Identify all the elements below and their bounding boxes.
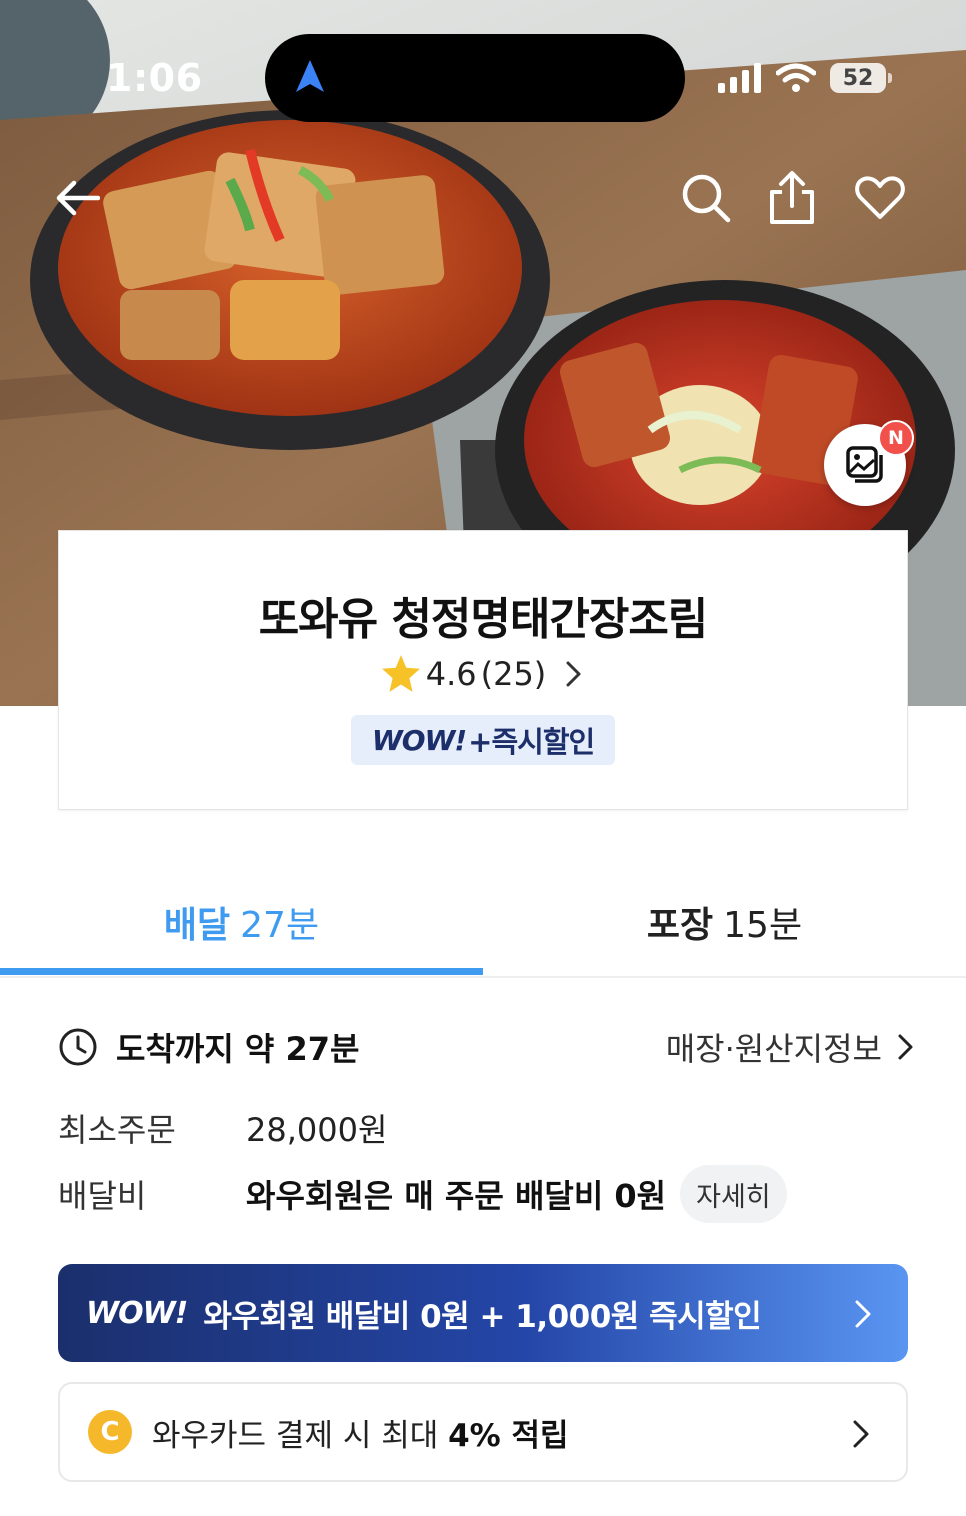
store-info-label: 매장·원산지정보 [665,1030,882,1068]
tab-delivery-label: 배달 [163,905,231,946]
rating-value: 4.6 [425,655,477,693]
eta-text: 도착까지 약 27분 [116,1030,360,1068]
location-arrow-icon [296,60,324,92]
review-count: (25) [480,655,547,693]
min-order-label: 최소주문 [58,1111,176,1149]
store-name: 또와유 청정명태간장조림 [258,594,709,645]
wow-membership-banner[interactable]: WOW! 와우회원 배달비 0원 + 1,000원 즉시할인 [58,1264,908,1362]
image-gallery-icon [846,446,883,483]
heart-icon [855,176,905,219]
search-icon [682,174,731,223]
search-button[interactable] [678,170,734,226]
star-icon [381,655,420,692]
signal-icon [718,63,761,93]
new-badge: N [878,420,914,456]
min-order-row: 최소주문 28,000원 [58,1098,387,1158]
wow-discount-badge: WOW! +즉시할인 [351,715,615,765]
coin-icon: C [88,1410,132,1454]
share-icon [770,171,814,224]
chevron-right-icon [898,1034,913,1060]
wow-card-reward-banner[interactable]: C 와우카드 결제 시 최대 4% 적립 [58,1382,908,1482]
store-page: 1:06 52 N 또와유 청정명태간장조림 4.6 (25) WOW! +즉시… [0,0,966,1516]
tab-delivery-time: 27분 [240,905,320,946]
dynamic-island [265,34,685,122]
tab-pickup-time: 15분 [723,905,803,946]
wow-logo: WOW! [86,1295,188,1331]
tab-pickup-label: 포장 [646,905,714,946]
favorite-button[interactable] [852,170,908,226]
tab-pickup[interactable]: 포장 15분 [483,870,966,974]
delivery-fee-value: 와우회원은 매 주문 배달비 0원 [246,1177,667,1215]
back-button[interactable] [50,170,106,226]
share-button[interactable] [764,170,820,226]
battery-indicator: 52 [830,63,892,93]
status-icons: 52 [718,60,892,96]
chevron-right-icon [566,661,581,687]
clock-icon [59,1028,97,1066]
wifi-icon [776,63,816,92]
store-header-card: 또와유 청정명태간장조림 4.6 (25) WOW! +즉시할인 [58,530,908,810]
rating-link[interactable]: 4.6 (25) [59,653,907,695]
delivery-fee-label: 배달비 [58,1177,147,1215]
wow-banner-text: 와우회원 배달비 0원 + 1,000원 즉시할인 [203,1298,762,1335]
chevron-right-icon [853,1420,869,1448]
tab-divider [0,976,966,978]
card-reward-rate: 4% 적립 [448,1417,569,1454]
chevron-right-icon [855,1300,871,1328]
status-time: 1:06 [106,56,203,100]
min-order-value: 28,000원 [246,1111,388,1149]
wow-badge-text: +즉시할인 [468,725,595,759]
delivery-fee-detail-button[interactable]: 자세히 [680,1165,787,1223]
card-reward-text: 와우카드 결제 시 최대 4% 적립 [152,1410,569,1455]
delivery-fee-row: 배달비 와우회원은 매 주문 배달비 0원 자세히 [58,1164,787,1224]
tab-delivery[interactable]: 배달 27분 [0,870,483,974]
wow-logo: WOW! [371,723,467,757]
active-tab-indicator [0,968,483,975]
store-origin-info-link[interactable]: 매장·원산지정보 [666,1024,916,1070]
order-type-tabs: 배달 27분 포장 15분 [0,870,966,980]
card-reward-prefix: 와우카드 결제 시 최대 [152,1417,449,1454]
back-arrow-icon [56,180,100,216]
eta-row: 도착까지 약 27분 [58,1024,359,1070]
